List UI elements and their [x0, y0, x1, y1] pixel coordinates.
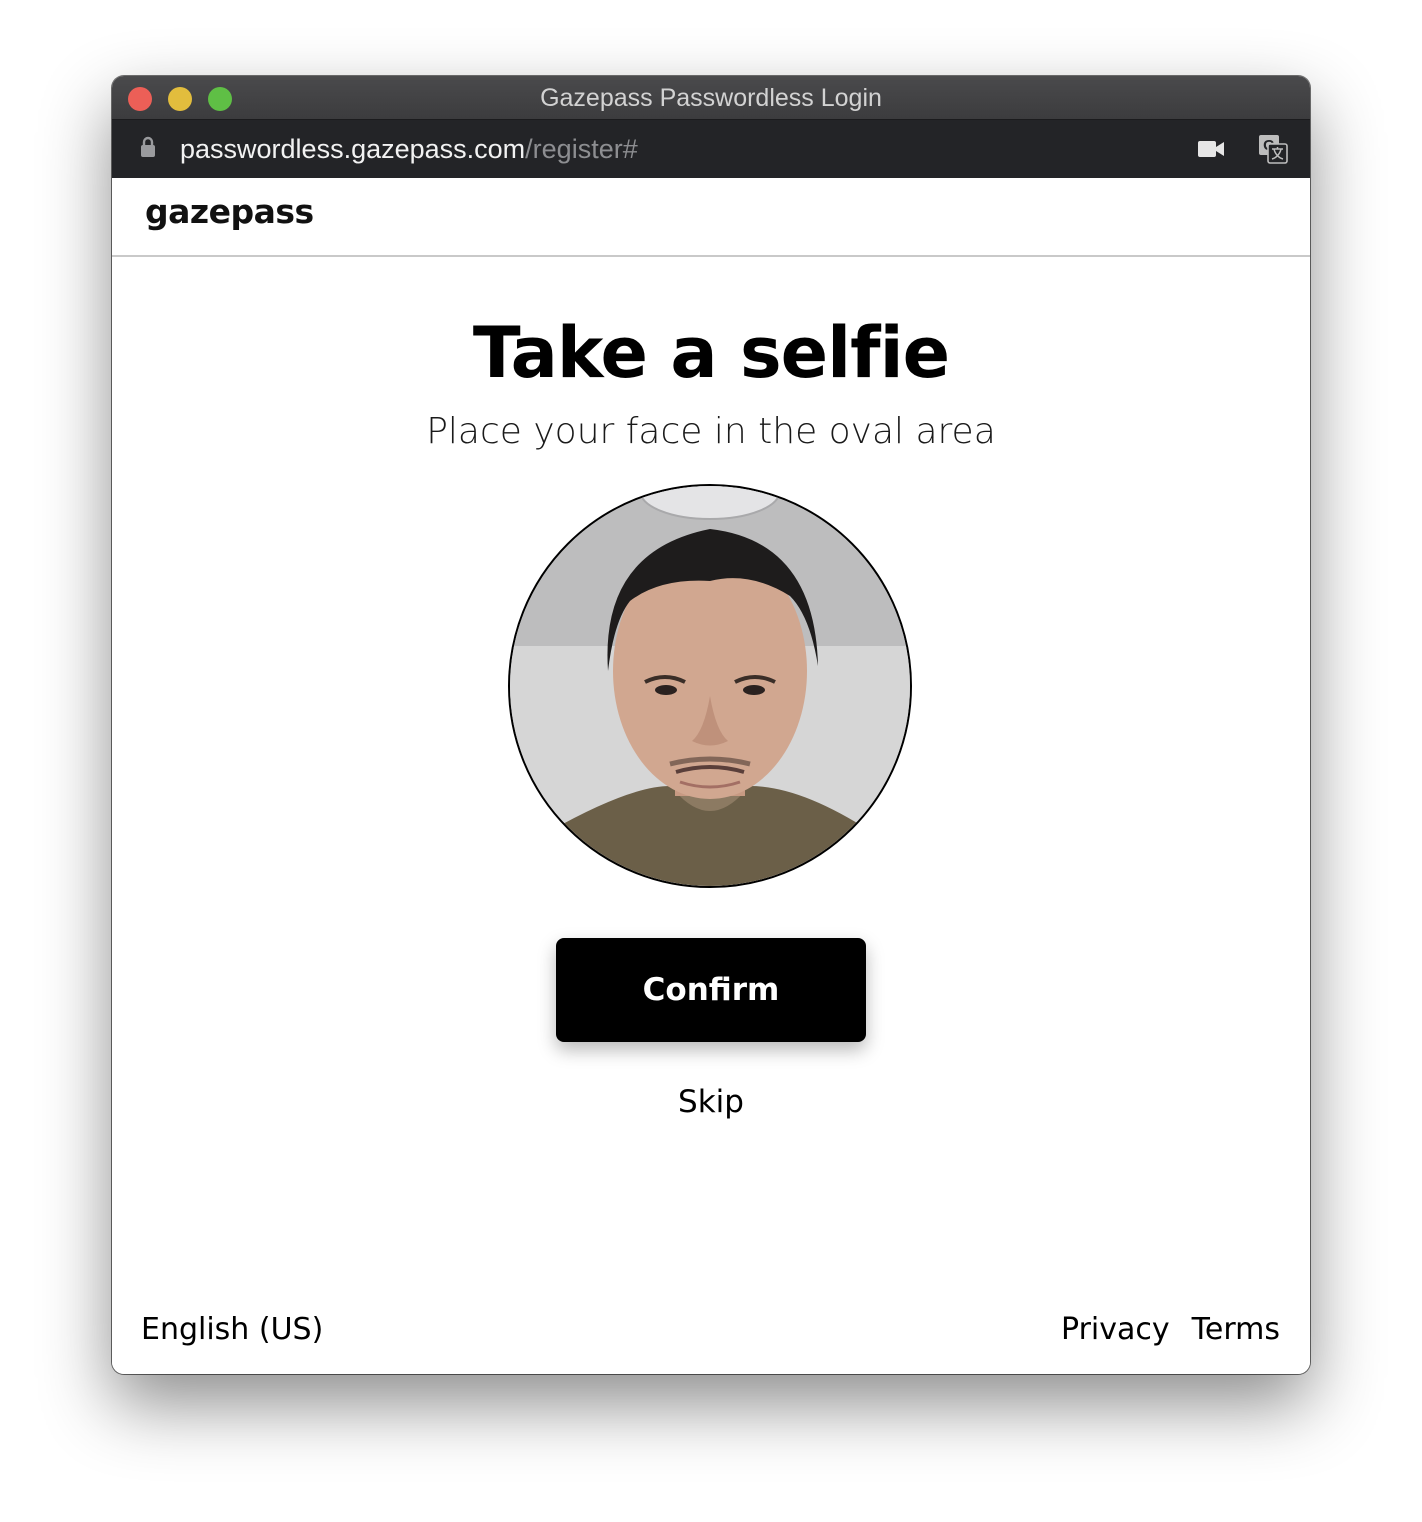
camera-icon[interactable]	[1197, 139, 1225, 159]
url-host: passwordless.gazepass.com	[180, 134, 526, 164]
url-text[interactable]: passwordless.gazepass.com/register#	[180, 120, 638, 178]
terms-link[interactable]: Terms	[1192, 1312, 1280, 1347]
camera-preview	[508, 484, 912, 888]
confirm-button[interactable]: Confirm	[556, 938, 866, 1042]
gazepass-logo[interactable]: gazepass	[145, 192, 314, 231]
title-bar: Gazepass Passwordless Login	[112, 76, 1310, 120]
window-title: Gazepass Passwordless Login	[540, 84, 882, 112]
lock-icon	[141, 136, 155, 157]
skip-link[interactable]: Skip	[678, 1084, 744, 1120]
privacy-link[interactable]: Privacy	[1061, 1312, 1170, 1347]
language-selector[interactable]: English (US)	[141, 1308, 323, 1352]
translate-icon[interactable]: G	[1258, 134, 1288, 164]
page-subtitle: Place your face in the oval area	[426, 411, 996, 452]
address-bar[interactable]: passwordless.gazepass.com/register# G	[112, 120, 1310, 178]
url-path: /register#	[525, 134, 638, 164]
page-title: Take a selfie	[472, 312, 950, 394]
camera-preview-image	[510, 486, 910, 886]
page-content: gazepass Take a selfie Place your face i…	[112, 178, 1310, 1374]
app-header: gazepass	[112, 178, 1310, 257]
skip-link-row: Skip	[112, 1080, 1310, 1124]
footer-links: Privacy Terms	[1061, 1308, 1280, 1352]
browser-window: Gazepass Passwordless Login passwordless…	[112, 76, 1310, 1374]
